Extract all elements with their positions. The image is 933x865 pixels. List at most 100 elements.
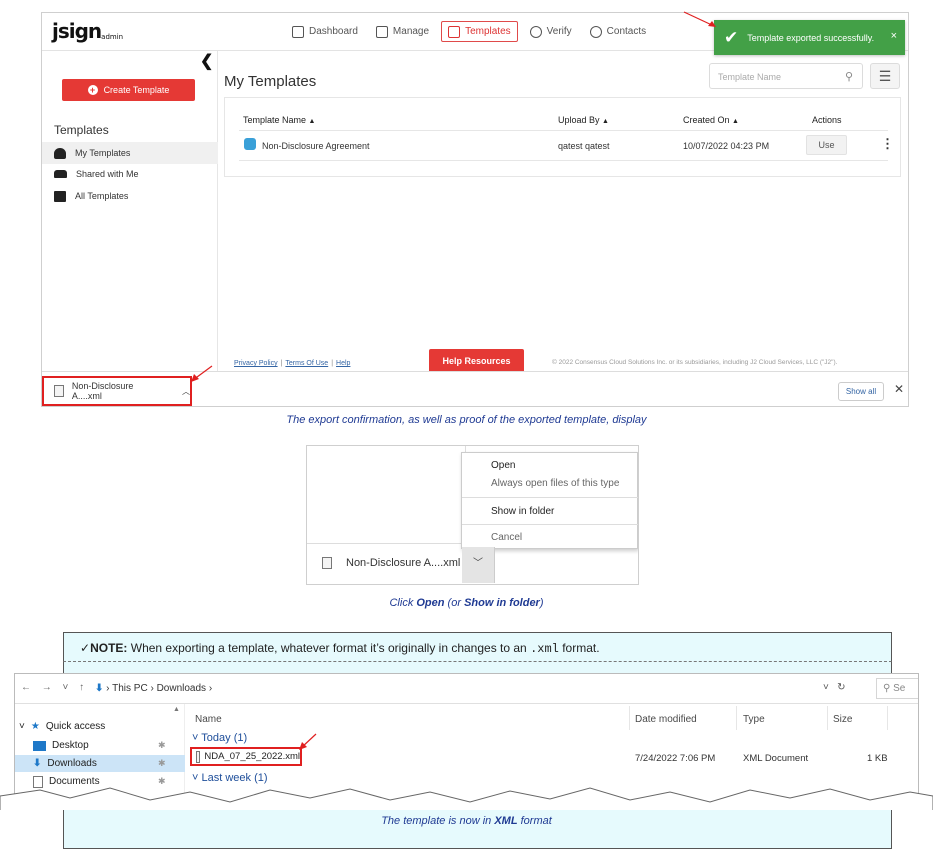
sidebar-item-quick-access[interactable]: ˅ ★ Quick access <box>15 718 185 735</box>
sidebar-item-all-templates[interactable]: All Templates <box>42 185 218 207</box>
menu-divider <box>462 497 638 498</box>
column-type[interactable]: Type <box>743 714 765 725</box>
downloads-arrow-icon: ⬇ <box>33 758 42 769</box>
toast-close-icon[interactable]: × <box>891 30 897 42</box>
explorer-search-input[interactable]: ⚲ Se <box>876 678 918 699</box>
column-size[interactable]: Size <box>833 714 852 725</box>
menu-item-cancel[interactable]: Cancel <box>491 532 522 543</box>
chevron-down-icon: ˅ <box>19 721 25 732</box>
column-actions: Actions <box>812 115 842 125</box>
help-link[interactable]: Help <box>336 360 350 367</box>
nav-contacts[interactable]: Contacts <box>584 21 652 42</box>
nav-dashboard[interactable]: Dashboard <box>286 21 364 42</box>
sort-up-icon: ▲ <box>308 118 316 125</box>
navigation-buttons[interactable]: ← → ˅ ↑ <box>21 682 88 693</box>
file-name: NDA_07_25_2022.xml <box>204 751 300 762</box>
caption-text: (or <box>444 597 465 609</box>
sidebar-item-downloads[interactable]: ⬇ Downloads ✱ <box>15 755 185 772</box>
column-upload-by[interactable]: Upload By ▲ <box>558 115 609 125</box>
chevron-up-icon[interactable]: ︿ <box>182 386 190 397</box>
column-label: Upload By <box>558 115 600 125</box>
breadcrumb-this-pc[interactable]: This PC <box>112 683 148 694</box>
checkmark-icon: ✓ <box>80 641 91 655</box>
column-template-name[interactable]: Template Name ▲ <box>243 115 315 125</box>
caption-text: format <box>517 815 552 827</box>
filter-icon: ☰ <box>878 68 892 84</box>
sidebar-item-desktop[interactable]: Desktop ✱ <box>15 737 185 754</box>
breadcrumb[interactable]: ⬇ › This PC › Downloads › <box>95 683 212 694</box>
chevron-down-icon: ﹀ <box>473 558 483 569</box>
column-name[interactable]: Name <box>195 714 222 725</box>
callout-arrow-icon <box>683 11 716 27</box>
nav-label: Contacts <box>606 26 647 37</box>
divider <box>494 547 495 583</box>
privacy-policy-link[interactable]: Privacy Policy <box>234 360 278 367</box>
templates-table: Template Name ▲ Upload By ▲ Created On ▲… <box>224 97 901 177</box>
callout-arrow-icon <box>299 733 317 750</box>
pin-icon[interactable]: ✱ <box>158 740 166 751</box>
nav-manage[interactable]: Manage <box>370 21 435 42</box>
menu-item-open[interactable]: Open <box>491 460 515 471</box>
menu-divider <box>462 524 638 525</box>
downloaded-file-item[interactable]: Non-Disclosure A....xml <box>322 557 460 569</box>
terms-of-use-link[interactable]: Terms Of Use <box>285 360 328 367</box>
filter-button[interactable]: ☰ <box>870 63 900 89</box>
nav-verify[interactable]: Verify <box>524 21 578 42</box>
file-type: XML Document <box>743 753 809 764</box>
nav-label: Verify <box>546 26 572 37</box>
group-today[interactable]: ˅ Today (1) <box>192 732 247 744</box>
sidebar-item-my-templates[interactable]: My Templates <box>42 142 218 164</box>
downloaded-file-name: Non-Disclosure A....xml <box>71 381 134 401</box>
note-text: When exporting a template, whatever form… <box>127 641 531 655</box>
person-icon <box>54 147 66 159</box>
download-bar: Non-Disclosure A....xml ︿ Show all ✕ <box>42 371 908 406</box>
nav-label: Manage <box>392 26 430 37</box>
jsign-app-screenshot: jsignadmin Dashboard Manage Templates Ve… <box>41 12 909 407</box>
group-icon <box>54 170 67 178</box>
separator: | <box>280 360 283 367</box>
refresh-controls[interactable]: ˅ ↻ <box>823 682 846 693</box>
menu-item-show-in-folder[interactable]: Show in folder <box>491 506 554 517</box>
close-download-bar-icon[interactable]: ✕ <box>894 382 904 396</box>
use-button[interactable]: Use <box>806 135 847 155</box>
template-search-input[interactable]: Template Name ⚲ <box>709 63 863 89</box>
more-options-icon[interactable]: ⋮ <box>881 136 894 152</box>
downloaded-file-item[interactable]: Non-Disclosure A....xml ︿ <box>42 376 192 406</box>
sort-up-icon: ▲ <box>602 118 609 125</box>
all-templates-icon <box>54 190 66 202</box>
downloads-arrow-icon: ⬇ <box>95 683 104 694</box>
downloaded-file-name: Non-Disclosure A....xml <box>346 557 461 569</box>
scroll-up-icon[interactable]: ▲ <box>173 706 180 713</box>
exported-xml-file[interactable]: NDA_07_25_2022.xml <box>190 747 302 766</box>
menu-item-always-open[interactable]: Always open files of this type <box>491 478 619 489</box>
download-options-button[interactable]: ﹀ <box>462 547 494 583</box>
chevron-down-icon: ˅ <box>192 732 199 744</box>
file-icon <box>322 557 332 569</box>
template-name-cell[interactable]: Non-Disclosure Agreement <box>262 141 370 151</box>
collapse-sidebar-icon[interactable]: ❮ <box>200 51 213 71</box>
jsign-logo[interactable]: jsignadmin <box>52 19 123 43</box>
column-divider <box>736 706 737 730</box>
nav-templates[interactable]: Templates <box>441 21 518 42</box>
sidebar-item-label: Shared with Me <box>76 169 139 179</box>
search-placeholder: Se <box>893 683 906 694</box>
copyright-text: © 2022 Consensus Cloud Solutions Inc. or… <box>552 359 838 366</box>
create-template-button[interactable]: + Create Template <box>62 79 195 101</box>
contacts-icon <box>589 25 602 38</box>
download-context-menu-screenshot: Open Always open files of this type Show… <box>306 445 639 585</box>
sidebar-section-title: Templates <box>54 123 109 137</box>
breadcrumb-downloads[interactable]: Downloads <box>157 683 206 694</box>
sidebar: ❮ + Create Template Templates My Templat… <box>42 51 218 371</box>
column-created-on[interactable]: Created On ▲ <box>683 115 739 125</box>
upload-by-cell: qatest qatest <box>558 141 610 151</box>
sidebar-item-label: Quick access <box>45 721 106 732</box>
sidebar-item-shared-with-me[interactable]: Shared with Me <box>42 163 218 185</box>
toast-message: Template exported successfully. <box>747 32 875 43</box>
address-bar: ← → ˅ ↑ ⬇ › This PC › Downloads › ˅ ↻ ⚲ … <box>15 674 918 704</box>
column-date-modified[interactable]: Date modified <box>635 714 697 725</box>
pin-icon[interactable]: ✱ <box>158 758 166 769</box>
show-all-button[interactable]: Show all <box>838 382 884 401</box>
file-size: 1 KB <box>867 753 888 764</box>
search-icon[interactable]: ⚲ <box>845 70 853 83</box>
logo-sub-text: admin <box>101 33 124 41</box>
